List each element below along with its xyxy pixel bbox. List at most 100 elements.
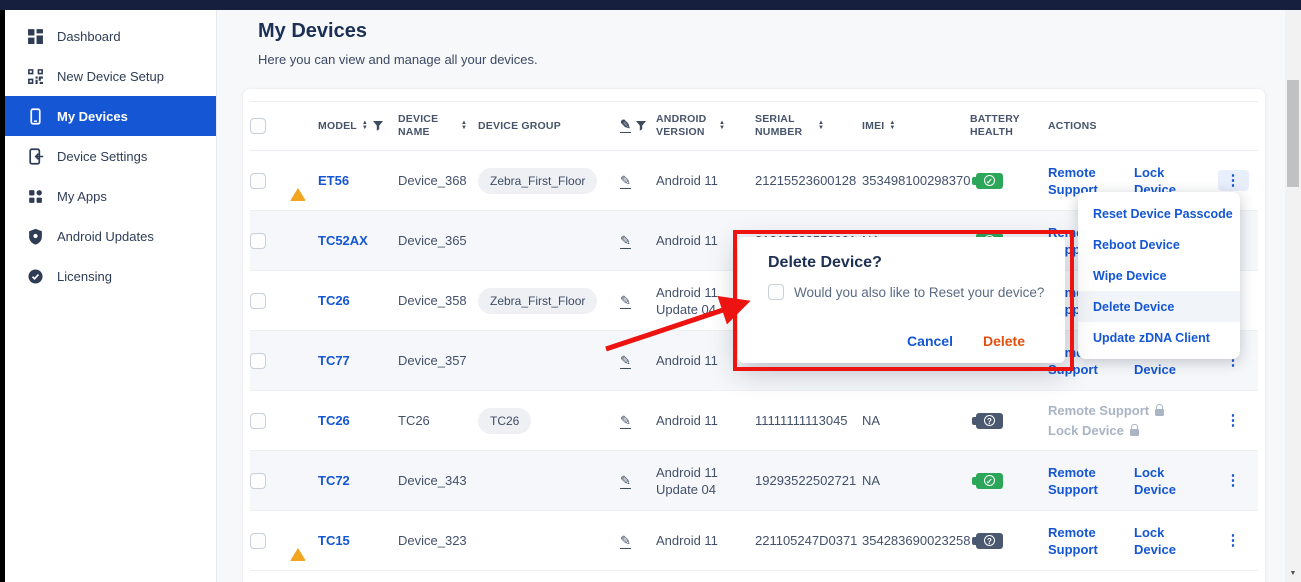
column-header-actions: ACTIONS [1048,120,1097,132]
sidebar-item-licensing[interactable]: Licensing [5,256,216,296]
remote-support-link[interactable]: Remote Support [1048,524,1116,558]
sidebar-item-label: My Devices [57,109,128,124]
sort-icon[interactable]: ▲▼ [461,121,467,130]
edit-device-icon[interactable]: ✎ [620,175,631,189]
edit-device-icon[interactable]: ✎ [620,535,631,549]
row-checkbox[interactable] [250,533,266,549]
serial-number: 21215523600128 [755,173,856,188]
device-name: Device_358 [398,293,467,308]
edit-device-icon[interactable]: ✎ [620,295,631,309]
serial-number: 11111111113045 [755,413,848,428]
sidebar: Dashboard New Device Setup My Devices De… [5,10,217,582]
sidebar-item-dashboard[interactable]: Dashboard [5,16,216,56]
page-subtitle: Here you can view and manage all your de… [258,52,538,67]
context-menu-item[interactable]: Reset Device Passcode [1078,198,1240,229]
warning-icon [290,173,306,201]
edit-device-icon[interactable]: ✎ [620,235,631,249]
context-menu-item[interactable]: Reboot Device [1078,229,1240,260]
edit-column-icon[interactable]: ✎ [620,119,631,133]
android-version: Android 11 [656,413,718,428]
device-name: Device_365 [398,233,467,248]
vertical-scrollbar[interactable]: ▼ [1285,10,1301,582]
battery-health-icon: ? [976,413,1003,429]
device-model-link[interactable]: TC26 [318,413,350,428]
imei: NA [862,473,880,488]
sort-icon[interactable]: ▲▼ [818,121,824,130]
device-model-link[interactable]: TC26 [318,293,350,308]
qr-setup-icon [27,68,44,85]
device-model-link[interactable]: TC15 [318,533,350,548]
sort-icon[interactable]: ▲▼ [362,121,368,130]
remote-support-link[interactable]: Remote Support [1048,464,1116,498]
select-all-checkbox[interactable] [250,118,266,134]
context-menu-item[interactable]: Update zDNA Client [1078,322,1240,353]
device-model-link[interactable]: ET56 [318,173,349,188]
sidebar-item-label: Dashboard [57,29,121,44]
device-table-row: TC72 Device_343 ✎ Android 11 Update 04 1… [250,451,1258,511]
remote-support-link[interactable]: Remote Support [1048,403,1208,419]
sidebar-item-device-settings[interactable]: Device Settings [5,136,216,176]
imei: NA [862,413,880,428]
row-menu-button[interactable]: ⋮ [1218,530,1249,551]
lock-device-link[interactable]: Lock Device [1134,464,1202,498]
row-checkbox[interactable] [250,473,266,489]
row-menu-button[interactable]: ⋮ [1218,470,1249,491]
sidebar-item-my-apps[interactable]: My Apps [5,176,216,216]
device-group-badge: Zebra_First_Floor [478,168,597,194]
row-checkbox[interactable] [250,293,266,309]
lock-device-link[interactable]: Lock Device [1134,524,1202,558]
shield-icon [27,228,44,245]
device-table-row: TC26 TC26 TC26 ✎ Android 11 111111111130… [250,391,1258,451]
sort-icon[interactable]: ▲▼ [719,121,725,130]
battery-health-icon: ✓ [976,173,1003,189]
row-menu-button[interactable]: ⋮ [1218,170,1249,191]
delete-button[interactable]: Delete [983,333,1025,349]
row-checkbox[interactable] [250,353,266,369]
apps-icon [27,188,44,205]
warning-icon [290,533,306,561]
scrollbar-down-arrow[interactable]: ▼ [1285,570,1301,577]
context-menu-item[interactable]: Wipe Device [1078,260,1240,291]
android-version: Android 11 Update 04 [656,285,718,317]
serial-number: 19293522502721 [755,473,856,488]
delete-device-dialog: Delete Device? Would you also like to Re… [738,237,1065,363]
sidebar-item-new-device-setup[interactable]: New Device Setup [5,56,216,96]
device-model-link[interactable]: TC72 [318,473,350,488]
scrollbar-thumb[interactable] [1287,80,1299,187]
battery-health-icon: ✓ [976,473,1003,489]
edit-device-icon[interactable]: ✎ [620,355,631,369]
column-header-device-group: DEVICE GROUP [478,120,561,132]
lock-icon [1130,429,1139,436]
row-checkbox[interactable] [250,413,266,429]
badge-check-icon [27,268,44,285]
edit-device-icon[interactable]: ✎ [620,415,631,429]
row-checkbox[interactable] [250,233,266,249]
filter-icon[interactable] [373,121,383,131]
column-header-serial-number: SERIAL NUMBER [755,113,813,139]
lock-device-link[interactable]: Lock Device [1048,423,1208,439]
edit-device-icon[interactable]: ✎ [620,475,631,489]
context-menu-item[interactable]: Delete Device [1078,291,1240,322]
dashboard-icon [27,28,44,45]
android-version: Android 11 [656,533,718,548]
row-actions: Remote Support Lock Device [1048,464,1208,498]
sort-icon[interactable]: ▲▼ [889,121,895,130]
device-group-badge: Zebra_First_Floor [478,288,597,314]
android-version: Android 11 [656,353,718,368]
lock-icon [1155,409,1164,416]
device-name: Device_368 [398,173,467,188]
filter-icon[interactable] [636,121,646,131]
device-model-link[interactable]: TC52AX [318,233,368,248]
row-menu-button[interactable]: ⋮ [1218,410,1249,431]
device-model-link[interactable]: TC77 [318,353,350,368]
row-checkbox[interactable] [250,173,266,189]
battery-health-icon: ? [976,533,1003,549]
table-header-row: MODEL ▲▼ DEVICE NAME ▲▼ DEVICE GROUP [250,101,1258,151]
column-header-device-name: DEVICE NAME [398,113,456,139]
cancel-button[interactable]: Cancel [907,333,953,349]
device-settings-icon [27,148,44,165]
reset-device-checkbox[interactable] [768,284,784,300]
sidebar-item-android-updates[interactable]: Android Updates [5,216,216,256]
sidebar-item-my-devices[interactable]: My Devices [5,96,216,136]
column-header-android-version: ANDROID VERSION [656,113,714,139]
